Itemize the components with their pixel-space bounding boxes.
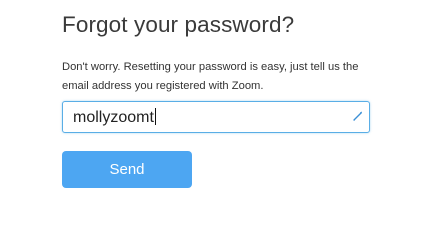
email-field[interactable]: mollyzoomt (62, 101, 370, 133)
page-title: Forgot your password? (62, 12, 295, 37)
send-button[interactable]: Send (62, 151, 192, 188)
text-caret (154, 108, 156, 125)
instructions-text: Don't worry. Resetting your password is … (62, 61, 359, 92)
forgot-password-page: Forgot your password? Don't worry. Reset… (0, 0, 425, 240)
email-field-text: mollyzoomt (73, 109, 154, 126)
email-field-value: mollyzoomt (73, 108, 156, 127)
pen-icon[interactable] (352, 110, 364, 122)
